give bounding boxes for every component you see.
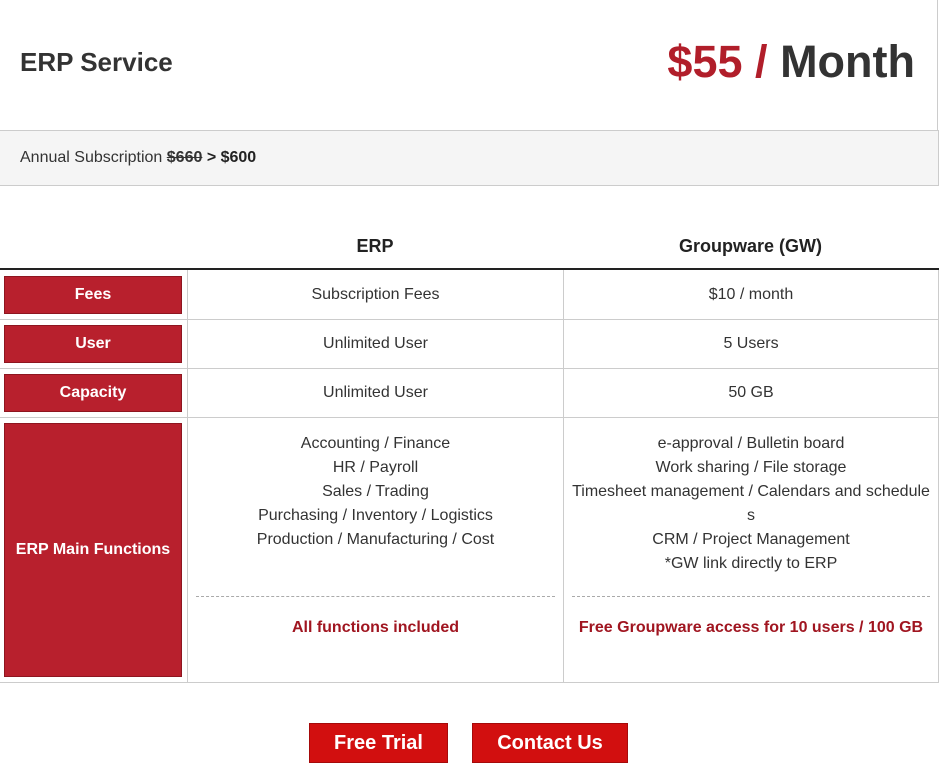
list-item: *GW link directly to ERP [664, 555, 838, 572]
cell-gw-user: 5 Users [563, 320, 939, 368]
cell-erp-fees: Subscription Fees [187, 270, 563, 319]
table-row-main-functions: ERP Main Functions Accounting / Finance … [0, 418, 939, 683]
list-item: Purchasing / Inventory / Logistics [258, 507, 493, 524]
dashed-divider [572, 596, 930, 597]
contact-us-button[interactable]: Contact Us [472, 723, 628, 763]
list-item: Sales / Trading [322, 483, 429, 500]
erp-functions-note: All functions included [291, 619, 460, 636]
list-item: e-approval / Bulletin board [657, 435, 845, 452]
table-row-user: User Unlimited User 5 Users [0, 320, 939, 369]
column-header-erp: ERP [356, 236, 394, 256]
list-item: Accounting / Finance [300, 435, 451, 452]
table-row-fees: Fees Subscription Fees $10 / month [0, 270, 939, 320]
annual-arrow: > [206, 149, 217, 166]
gw-function-list: e-approval / Bulletin board Work sharing… [572, 432, 930, 576]
cell-gw-fees: $10 / month [563, 270, 939, 319]
erp-function-list: Accounting / Finance HR / Payroll Sales … [196, 432, 555, 552]
annual-new-price: $600 [220, 149, 257, 166]
row-label-capacity: Capacity [4, 374, 182, 412]
column-header-groupware: Groupware (GW) [679, 236, 822, 256]
cell-gw-capacity: 50 GB [563, 369, 939, 417]
price-period: Month [780, 36, 915, 87]
annual-label: Annual Subscription [20, 149, 163, 166]
list-item: HR / Payroll [332, 459, 419, 476]
table-row-capacity: Capacity Unlimited User 50 GB [0, 369, 939, 418]
row-label-fees: Fees [4, 276, 182, 314]
list-item: CRM / Project Management [652, 531, 850, 548]
cell-erp-functions: Accounting / Finance HR / Payroll Sales … [187, 418, 563, 682]
gw-functions-note: Free Groupware access for 10 users / 100… [578, 619, 924, 636]
list-item: Production / Manufacturing / Cost [256, 531, 495, 548]
cell-gw-functions: e-approval / Bulletin board Work sharing… [563, 418, 939, 682]
list-item: Work sharing / File storage [655, 459, 847, 476]
cell-erp-capacity: Unlimited User [187, 369, 563, 417]
price-amount: $55 [667, 36, 743, 87]
price-display: $55 / Month [667, 36, 915, 88]
row-label-user: User [4, 325, 182, 363]
list-item-wrapped: Timesheet management / Calendars and sch… [572, 483, 930, 524]
free-trial-button[interactable]: Free Trial [309, 723, 448, 763]
row-label-main-functions: ERP Main Functions [4, 423, 182, 677]
pricing-header: ERP Service $55 / Month [0, 0, 938, 130]
cell-erp-user: Unlimited User [187, 320, 563, 368]
price-separator: / [755, 36, 768, 87]
service-title: ERP Service [20, 47, 173, 77]
annual-subscription-bar: Annual Subscription $660 > $600 [0, 130, 939, 186]
dashed-divider [196, 596, 555, 597]
annual-old-price: $660 [166, 149, 203, 166]
